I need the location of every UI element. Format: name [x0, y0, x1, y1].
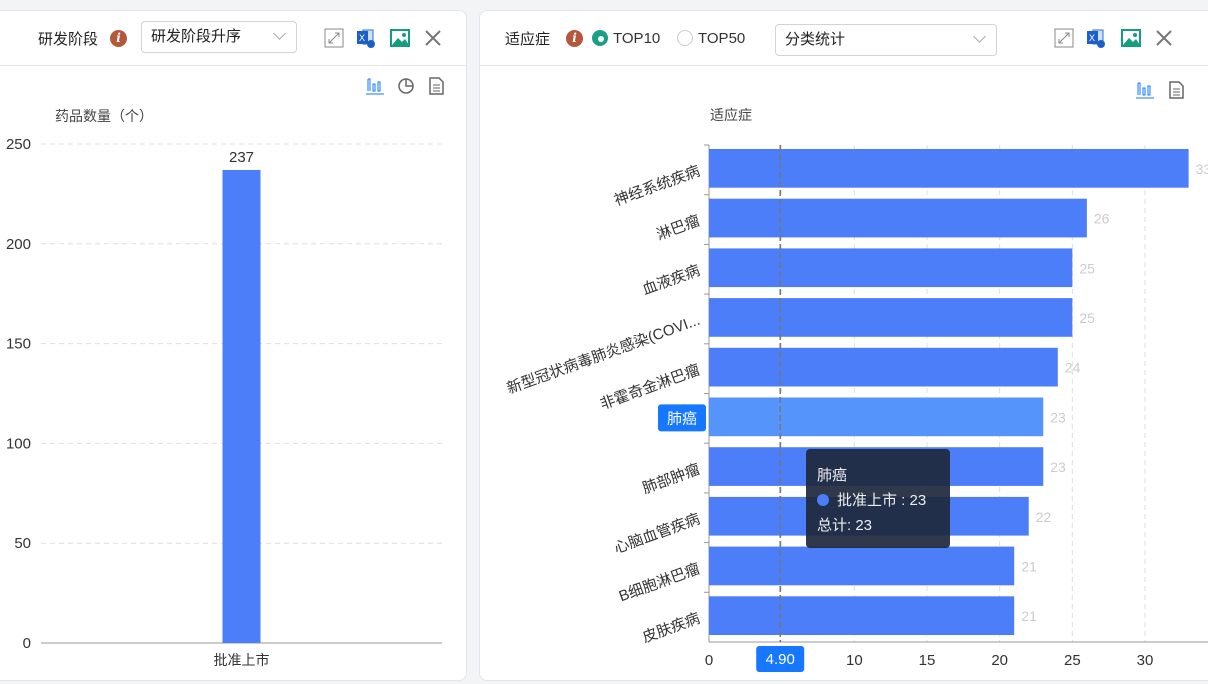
y-tick-label: B细胞淋巴瘤: [617, 560, 703, 605]
y-tick-label: 心脑血管疾病: [612, 511, 702, 558]
bar: [222, 169, 261, 643]
tooltip-title: 肺癌: [817, 467, 848, 484]
bar: [709, 397, 1044, 437]
data-label: 23: [1050, 409, 1066, 425]
bar: [709, 596, 1015, 635]
y-tick-label: 100: [6, 435, 31, 452]
x-tick-label: 20: [991, 652, 1008, 669]
data-label: 24: [1065, 360, 1081, 376]
tooltip-total-label: 总计:: [817, 517, 852, 534]
y-tick-label: 淋巴瘤: [654, 212, 702, 243]
y-axis-title: 适应症: [710, 107, 752, 123]
rd-stage-chart: 药品数量（个） 0 50 100 150 200 250 237 批准上市: [6, 108, 442, 668]
y-tick-label: 肺部肿瘤: [640, 461, 702, 498]
data-label: 25: [1079, 310, 1095, 326]
data-label: 25: [1079, 260, 1095, 276]
bar: [709, 546, 1015, 586]
y-tick-label: 血液疾病: [640, 262, 702, 299]
x-tick-label: 25: [1064, 652, 1081, 669]
x-tick-label: 0: [705, 652, 713, 669]
series-dot-icon: [817, 494, 829, 506]
data-label: 22: [1036, 509, 1052, 525]
indication-chart: 适应症05101520253033神经系统疾病26淋巴瘤25血液疾病25新型冠状…: [505, 107, 1208, 672]
rd-stage-panel: 研发阶段 i 研发阶段升序 X 药品数量（个） 0 50 100 150 200 250 23…: [0, 10, 467, 681]
x-tick-label: 批准上市: [214, 652, 270, 668]
tooltip-total-value: 23: [855, 517, 873, 534]
axis-pointer-value: 4.90: [766, 651, 795, 668]
tooltip-series-row: 批准上市 : 23: [817, 488, 939, 513]
category-pointer-label: 肺癌: [667, 410, 697, 427]
bar: [709, 198, 1087, 238]
x-tick-label: 10: [846, 652, 863, 669]
y-tick-label: 神经系统疾病: [612, 163, 702, 210]
data-label: 21: [1021, 558, 1037, 574]
x-tick-label: 15: [919, 652, 936, 669]
tooltip-series-name: 批准上市: [837, 492, 898, 509]
tooltip-series-value: 23: [909, 492, 927, 509]
y-tick-label: 250: [6, 136, 31, 153]
y-tick-label: 皮肤疾病: [640, 610, 702, 647]
y-axis-title: 药品数量（个）: [55, 108, 153, 124]
y-tick-label: 0: [23, 635, 31, 652]
data-label: 33: [1196, 161, 1208, 177]
bar: [709, 347, 1058, 387]
x-tick-label: 30: [1137, 652, 1154, 669]
bar: [709, 298, 1073, 337]
y-tick-label: 150: [6, 336, 31, 353]
chart-tooltip: 肺癌 批准上市 : 23 总计: 23: [806, 449, 950, 548]
y-tick-label: 50: [14, 535, 31, 552]
bar: [709, 248, 1073, 288]
data-label: 26: [1094, 211, 1110, 227]
y-tick-label: 200: [6, 236, 31, 253]
data-label: 21: [1021, 608, 1037, 624]
tooltip-total-row: 总计: 23: [817, 513, 939, 538]
data-label: 237: [229, 149, 254, 166]
data-label: 23: [1050, 459, 1066, 475]
